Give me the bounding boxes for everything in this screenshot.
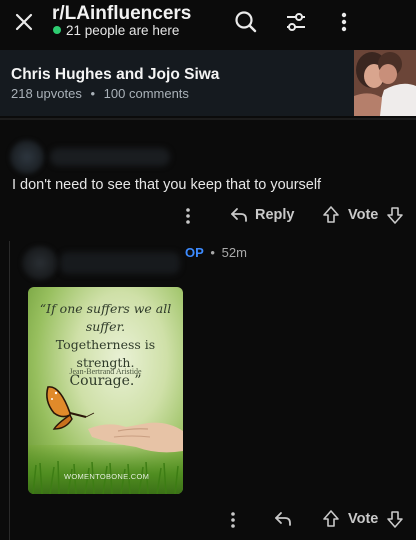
online-count: 21 people are here — [53, 23, 179, 38]
post-title: Chris Hughes and Jojo Siwa — [11, 66, 220, 83]
redacted-username — [50, 148, 170, 166]
upvote-arrow-icon[interactable] — [322, 205, 340, 225]
online-count-label: 21 people are here — [66, 23, 180, 38]
comment-actions: Vote — [0, 504, 416, 534]
downvote-arrow-icon[interactable] — [386, 205, 404, 225]
vote-label: Vote — [348, 511, 379, 527]
filter-icon[interactable] — [284, 9, 308, 35]
redacted-username — [60, 252, 180, 274]
hand-illustration — [88, 411, 183, 457]
reply-icon[interactable] — [229, 205, 249, 225]
post-thumbnail[interactable] — [354, 50, 416, 116]
quote-author: Jean-Bertrand Aristide — [69, 367, 142, 376]
image-watermark: WOMENTOBONE.COM — [64, 472, 150, 481]
post-summary-card[interactable]: Chris Hughes and Jojo Siwa 218 upvotes •… — [0, 50, 416, 116]
meta-separator: • — [210, 245, 215, 260]
meta-separator: • — [90, 86, 96, 101]
search-icon[interactable] — [233, 9, 259, 35]
butterfly-illustration — [42, 383, 102, 431]
upvote-arrow-icon[interactable] — [322, 509, 340, 529]
subreddit-title[interactable]: r/LAinfluencersn... — [52, 3, 192, 25]
quote-text: “If one suffers we all suffer. Togethern… — [28, 300, 183, 390]
comment-time: 52m — [221, 245, 247, 260]
divider — [0, 118, 416, 120]
reply-icon[interactable] — [273, 509, 293, 529]
close-icon[interactable] — [10, 8, 38, 36]
more-vertical-icon[interactable] — [183, 206, 193, 226]
more-vertical-icon[interactable] — [228, 510, 238, 530]
vote-label: Vote — [348, 207, 379, 223]
op-badge: OP — [185, 245, 204, 260]
comment-count: 100 comments — [103, 86, 189, 101]
header-bar: r/LAinfluencersn... 21 people are here — [0, 0, 416, 48]
comment-meta: OP • 52m — [185, 245, 247, 260]
quote-line-1: “If one suffers we all suffer. — [39, 301, 172, 334]
downvote-arrow-icon[interactable] — [386, 509, 404, 529]
upvote-count: 218 upvotes — [11, 86, 82, 101]
thread-line[interactable] — [9, 241, 10, 540]
comment-actions: Reply Vote — [0, 200, 416, 230]
post-meta: 218 upvotes • 100 comments — [11, 86, 189, 101]
comment-image[interactable]: “If one suffers we all suffer. Togethern… — [28, 287, 183, 494]
comment-text: I don't need to see that you keep that t… — [12, 177, 322, 193]
avatar[interactable] — [22, 246, 58, 280]
avatar[interactable] — [10, 140, 44, 174]
more-vertical-icon[interactable] — [334, 9, 354, 35]
reply-button[interactable]: Reply — [255, 207, 295, 223]
online-dot-icon — [53, 26, 61, 34]
